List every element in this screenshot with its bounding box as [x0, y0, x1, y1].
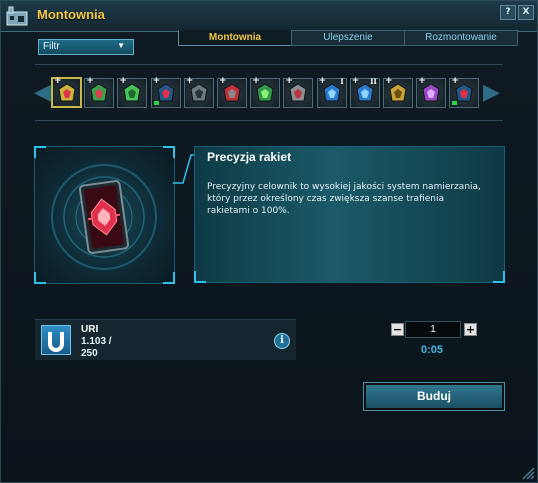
plus-badge: + — [451, 76, 459, 86]
item-preview — [34, 146, 175, 284]
plus-badge: + — [219, 76, 227, 86]
frame-corner — [163, 272, 175, 284]
tier-badge: II — [370, 77, 377, 86]
craft-window: Montownia ? X Filtr ▼ Montownia Ulepszen… — [0, 0, 538, 483]
help-button[interactable]: ? — [500, 5, 516, 20]
resource-name: URI — [81, 324, 99, 335]
tab-ulepszenie[interactable]: Ulepszenie — [291, 30, 405, 46]
build-time: 0:05 — [420, 344, 444, 356]
item-description-panel: Precyzja rakiet Precyzyjny celownik to w… — [194, 146, 505, 283]
plus-badge: + — [252, 76, 260, 86]
divider — [35, 64, 503, 65]
plus-badge: + — [385, 76, 393, 86]
module-slot[interactable]: + — [183, 76, 214, 108]
plus-badge: + — [351, 76, 360, 86]
level-indicator — [452, 101, 458, 105]
chevron-down-icon: ▼ — [117, 41, 125, 50]
precision-rocket-module-icon — [51, 164, 157, 270]
module-slot[interactable]: + II — [349, 76, 380, 108]
module-slot[interactable]: + — [250, 76, 281, 108]
plus-badge: + — [318, 76, 327, 86]
plus-badge: + — [152, 76, 161, 86]
plus-badge: + — [86, 76, 94, 86]
level-indicator — [153, 101, 159, 105]
quantity-decrease-button[interactable]: − — [391, 323, 404, 336]
resize-grip-icon[interactable] — [521, 466, 535, 480]
plus-badge: + — [54, 76, 62, 86]
uri-currency-icon — [41, 325, 71, 355]
plus-badge: + — [285, 76, 293, 86]
resource-cost: URI 1.103 / 250 i — [35, 319, 296, 360]
frame-corner — [34, 146, 46, 158]
module-slot[interactable]: + — [217, 76, 247, 108]
module-slot[interactable]: + I — [316, 76, 347, 108]
plus-badge: + — [185, 76, 194, 86]
build-button[interactable]: Buduj — [364, 383, 504, 410]
divider — [35, 120, 503, 121]
factory-icon — [6, 6, 28, 26]
filter-dropdown[interactable]: Filtr ▼ — [38, 39, 134, 55]
module-slot[interactable]: + — [150, 76, 181, 108]
module-slot[interactable]: + — [383, 76, 413, 108]
frame-corner — [493, 271, 505, 283]
title-bar[interactable]: Montownia ? X — [1, 1, 537, 32]
module-slot[interactable]: + — [416, 76, 447, 108]
item-name: Precyzja rakiet — [207, 150, 292, 164]
close-button[interactable]: X — [518, 5, 534, 20]
plus-badge: + — [418, 76, 426, 86]
tab-montownia[interactable]: Montownia — [178, 30, 292, 46]
quantity-input[interactable]: 1 — [405, 321, 461, 338]
tier-badge: I — [340, 77, 344, 86]
strip-right-arrow[interactable]: ▶ — [483, 79, 500, 107]
resource-amount: 1.103 / 250 — [81, 336, 141, 360]
module-slot[interactable]: + — [117, 76, 148, 108]
filter-label: Filtr — [43, 41, 60, 52]
strip-left-arrow[interactable]: ◀ — [34, 79, 51, 107]
plus-badge: + — [119, 76, 127, 86]
module-slot[interactable]: + — [84, 76, 115, 108]
module-slot[interactable]: + — [51, 76, 82, 108]
resource-required: 250 — [81, 348, 98, 359]
module-slot[interactable]: + — [283, 76, 314, 108]
info-icon[interactable]: i — [274, 333, 290, 349]
resource-owned: 1.103 / — [81, 336, 112, 347]
tab-rozmontowanie[interactable]: Rozmontowanie — [404, 30, 518, 46]
frame-corner — [34, 272, 46, 284]
item-description: Precyzyjny celownik to wysokiej jakości … — [207, 182, 481, 216]
quantity-increase-button[interactable]: + — [464, 323, 477, 336]
module-slot[interactable]: + — [449, 76, 480, 108]
window-title: Montownia — [37, 7, 105, 22]
frame-corner — [194, 271, 206, 283]
